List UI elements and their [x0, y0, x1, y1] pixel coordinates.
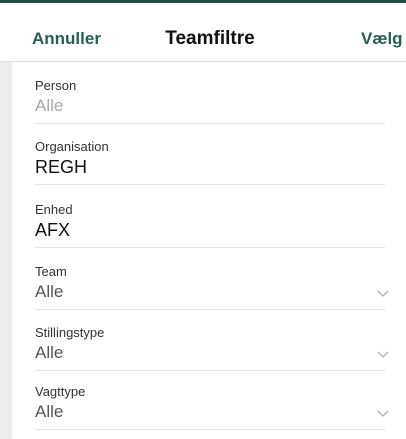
divider — [35, 184, 385, 185]
chevron-down-icon[interactable] — [377, 289, 389, 298]
vagttype-select[interactable]: Alle — [35, 402, 63, 422]
team-select[interactable]: Alle — [35, 282, 63, 302]
organisation-input[interactable]: REGH — [35, 157, 87, 178]
team-label: Team — [35, 264, 67, 279]
divider — [35, 309, 385, 310]
person-label: Person — [35, 78, 77, 93]
stillingstype-label: Stillingstype — [35, 325, 105, 340]
divider — [35, 123, 385, 124]
stillingstype-select[interactable]: Alle — [35, 343, 63, 363]
header-bar: Annuller Teamfiltre Vælg — [0, 3, 406, 62]
vagttype-label: Vagttype — [35, 384, 86, 399]
page-title: Teamfiltre — [165, 28, 255, 49]
chevron-down-icon[interactable] — [377, 409, 389, 418]
divider — [35, 247, 385, 248]
enhed-input[interactable]: AFX — [35, 220, 70, 241]
person-input[interactable]: Alle — [35, 96, 63, 116]
filter-form: Person Alle Organisation REGH Enhed AFX … — [0, 62, 406, 439]
select-button[interactable]: Vælg — [361, 29, 403, 49]
divider — [35, 429, 385, 430]
enhed-label: Enhed — [35, 202, 73, 217]
chevron-down-icon[interactable] — [377, 350, 389, 359]
divider — [35, 370, 385, 371]
organisation-label: Organisation — [35, 139, 109, 154]
